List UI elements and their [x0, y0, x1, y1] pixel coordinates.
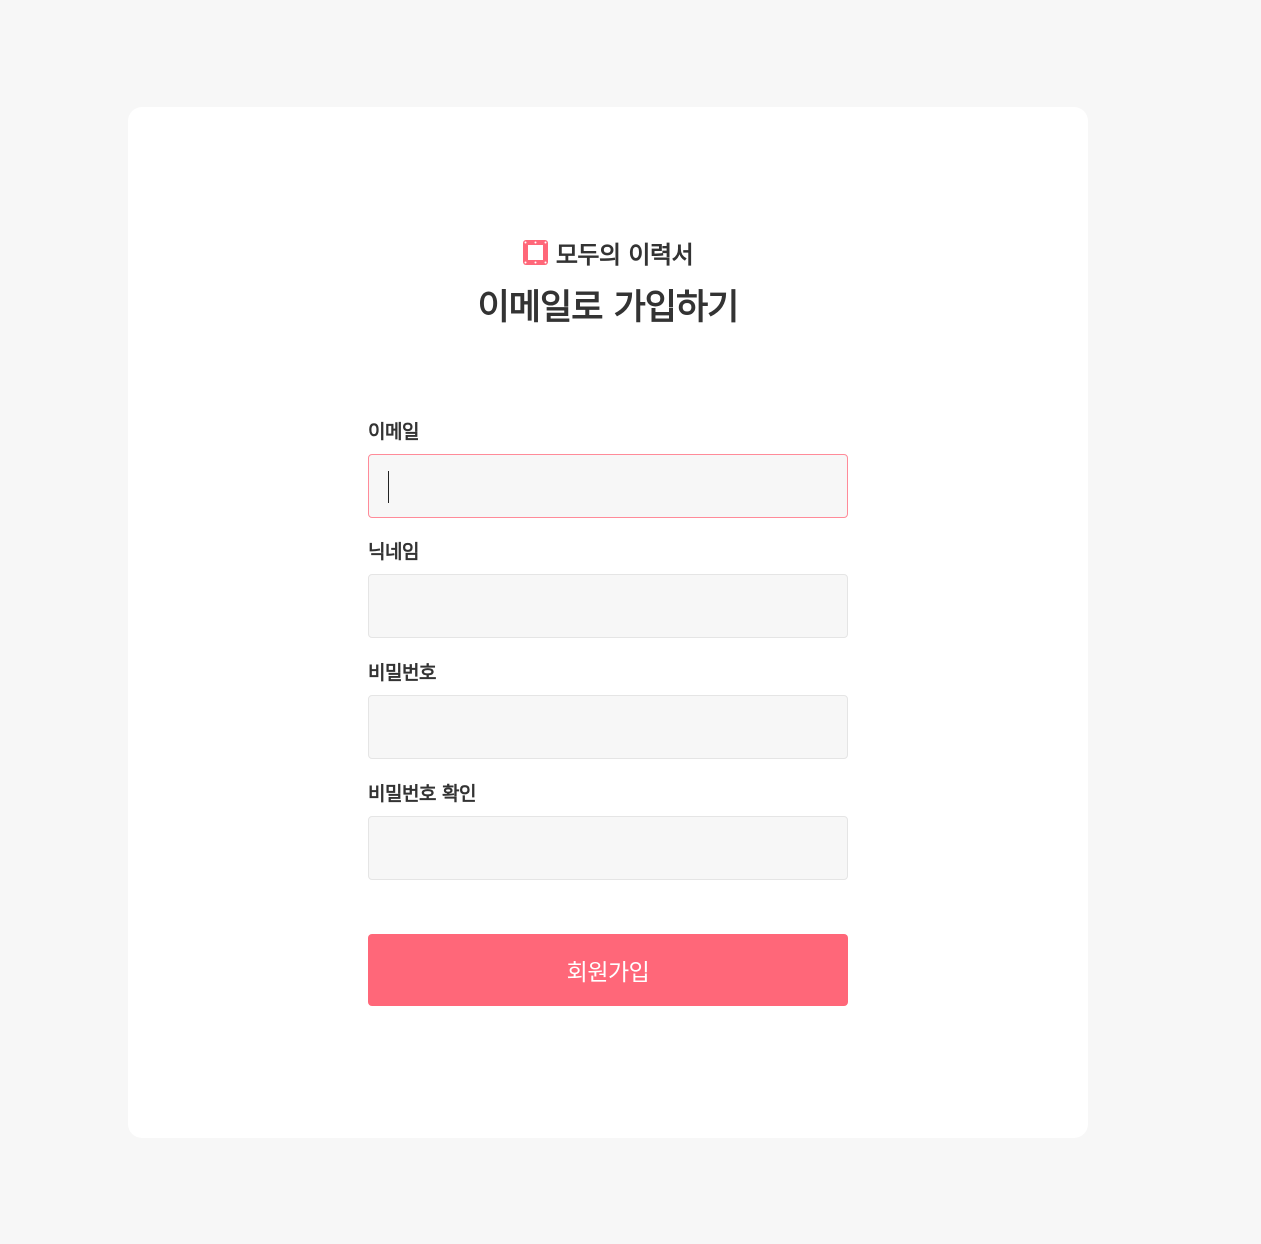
password-field-group: 비밀번호 [368, 659, 848, 759]
brand-name: 모두의 이력서 [555, 240, 694, 269]
nickname-field-group: 닉네임 [368, 538, 848, 638]
email-label: 이메일 [368, 421, 419, 443]
password-confirm-label: 비밀번호 확인 [368, 783, 477, 805]
password-confirm-input[interactable] [368, 816, 848, 880]
password-label: 비밀번호 [368, 662, 436, 684]
email-field-group: 이메일 [368, 418, 848, 518]
film-frame-icon [522, 239, 548, 265]
password-input[interactable] [368, 695, 848, 759]
signup-button[interactable]: 회원가입 [368, 934, 848, 1006]
page-title: 이메일로 가입하기 [477, 288, 740, 328]
text-caret [388, 471, 389, 503]
brand-header: 모두의 이력서 [128, 235, 1088, 269]
email-input[interactable] [368, 454, 848, 518]
nickname-label: 닉네임 [368, 541, 419, 563]
nickname-input[interactable] [368, 574, 848, 638]
signup-card: 모두의 이력서 이메일로 가입하기 이메일 닉네임 비밀번호 비밀번호 확인 회… [128, 107, 1088, 1138]
password-confirm-field-group: 비밀번호 확인 [368, 780, 848, 880]
